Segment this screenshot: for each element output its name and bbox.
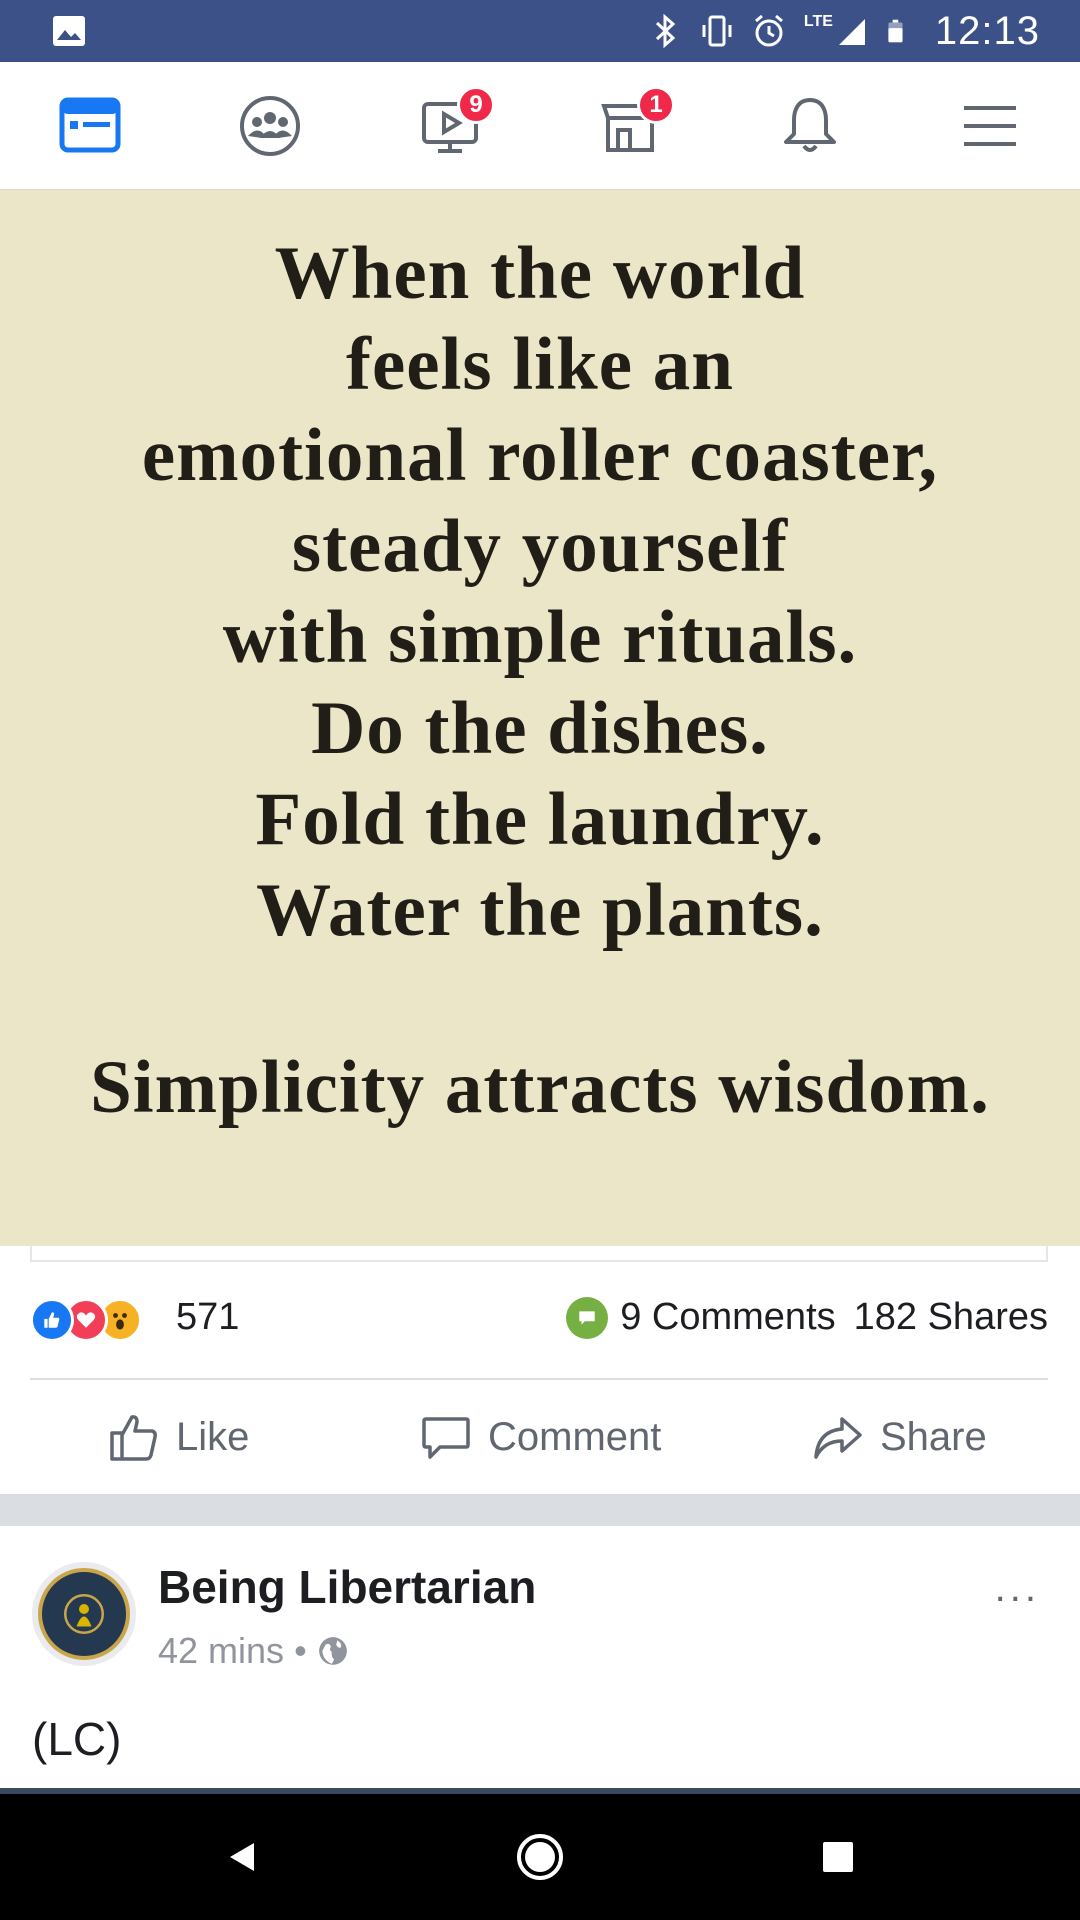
back-icon [230, 1843, 254, 1871]
quote-line: Water the plants. [256, 869, 824, 952]
reactions-summary[interactable]: 571 9 Comments 182 Shares [30, 1292, 1048, 1348]
post-text: (LC) [32, 1713, 122, 1765]
shares-count[interactable]: 182 Shares [854, 1296, 1048, 1339]
home-icon [517, 1834, 563, 1880]
comment-icon [422, 1417, 470, 1459]
share-button[interactable]: Share [812, 1380, 987, 1494]
comment-button[interactable]: Comment [420, 1380, 661, 1494]
tab-menu[interactable] [900, 62, 1080, 189]
news-feed-icon [59, 97, 121, 152]
recents-button[interactable] [778, 1794, 898, 1920]
post-meta: 42 mins • [158, 1630, 349, 1672]
quote-footer: Simplicity attracts wisdom. [90, 1046, 990, 1129]
battery-icon [888, 19, 903, 43]
status-time: 12:13 [934, 8, 1040, 53]
meta-separator: • [294, 1630, 307, 1671]
signal-icon [838, 19, 865, 45]
tab-watch[interactable]: 9 [360, 62, 540, 189]
comment-count-icon [566, 1296, 609, 1339]
network-label: LTE [803, 13, 833, 30]
bluetooth-icon [655, 13, 676, 49]
engagement-stats: 9 Comments 182 Shares [566, 1296, 1048, 1339]
share-label: Share [880, 1414, 987, 1459]
quote-line: steady yourself [291, 505, 789, 588]
tab-groups[interactable] [180, 62, 360, 189]
post-time[interactable]: 42 mins [158, 1630, 284, 1672]
tab-news-feed[interactable] [0, 62, 180, 189]
comments-count[interactable]: 9 Comments [620, 1296, 835, 1339]
like-label: Like [176, 1414, 250, 1459]
quote-text: When the world feels like an emotional r… [0, 228, 1080, 956]
home-button[interactable] [480, 1794, 600, 1920]
image-frame-edge [30, 1246, 1048, 1262]
tab-marketplace[interactable]: 1 [540, 62, 720, 189]
page-logo [38, 1568, 130, 1660]
gallery-icon [53, 16, 85, 46]
avatar[interactable] [32, 1562, 136, 1666]
quote-line: Fold the laundry. [255, 778, 825, 861]
post-actions: Like Comment Share [0, 1380, 1080, 1494]
status-bar: LTE 12:13 [0, 0, 1080, 62]
share-arrow-icon [814, 1417, 862, 1459]
tab-notifications[interactable] [720, 62, 900, 189]
like-button[interactable]: Like [108, 1380, 249, 1494]
comment-label: Comment [488, 1414, 662, 1459]
feed-separator [0, 1494, 1080, 1526]
reaction-count: 571 [176, 1296, 240, 1338]
globe-icon [318, 1637, 347, 1665]
quote-line: Do the dishes. [311, 687, 769, 770]
alarm-icon [754, 14, 783, 47]
notifications-icon [784, 97, 836, 152]
vibrate-icon [702, 15, 732, 47]
quote-line: When the world [274, 232, 806, 315]
quote-line: feels like an [346, 323, 734, 406]
groups-icon [240, 95, 300, 156]
next-post: Being Libertarian 42 mins • ... (LC) [0, 1526, 1080, 1796]
menu-icon [964, 105, 1016, 146]
back-button[interactable] [182, 1794, 302, 1920]
page-name[interactable]: Being Libertarian [158, 1560, 536, 1614]
thumbs-up-icon [110, 1415, 157, 1461]
watch-badge: 9 [457, 86, 495, 124]
marketplace-badge: 1 [637, 86, 675, 124]
quote-line: emotional roller coaster, [141, 414, 939, 497]
top-navigation: 9 1 [0, 62, 1080, 191]
quote-line: with simple rituals. [222, 596, 858, 679]
post-image[interactable]: When the world feels like an emotional r… [0, 190, 1080, 1246]
android-navigation-bar [0, 1794, 1080, 1920]
recents-icon [823, 1842, 853, 1872]
more-options-button[interactable]: ... [995, 1566, 1040, 1611]
like-reaction-icon [30, 1298, 74, 1342]
